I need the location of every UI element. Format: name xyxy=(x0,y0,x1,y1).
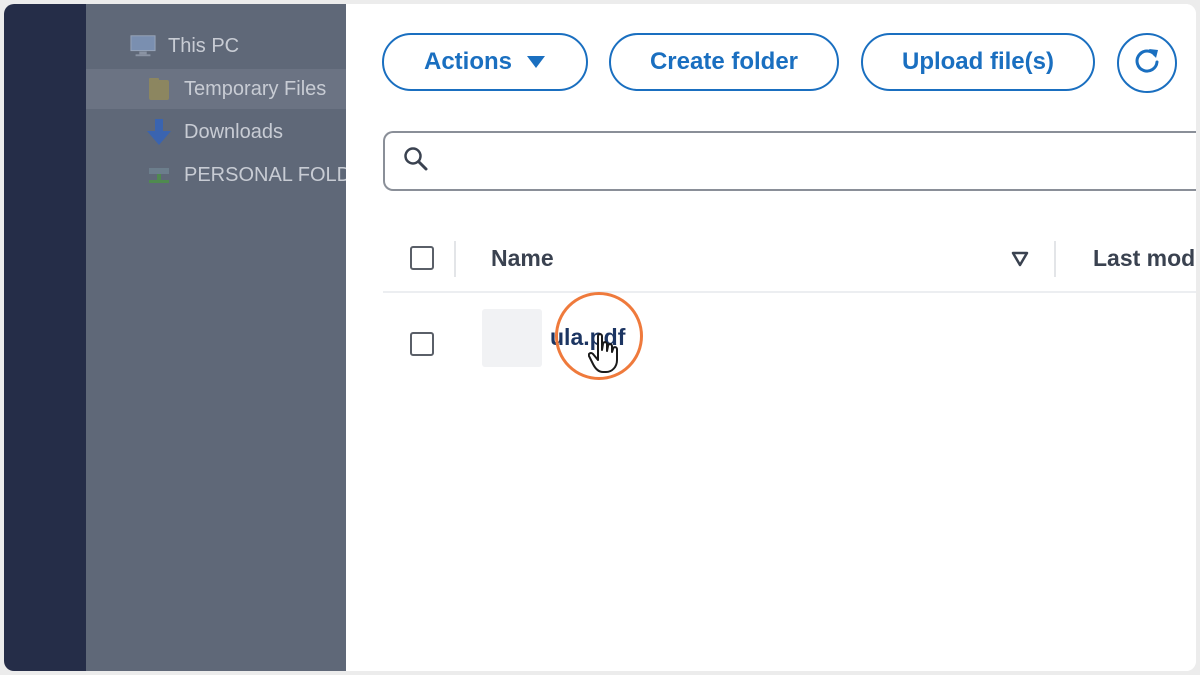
tree-item-personal-folder[interactable]: PERSONAL FOLD xyxy=(146,155,346,195)
tree-item-temporary-files[interactable]: Temporary Files xyxy=(86,69,346,109)
column-header-last-modified[interactable]: Last mod xyxy=(1093,245,1195,272)
select-all-checkbox[interactable] xyxy=(410,246,434,270)
tree-item-downloads[interactable]: Downloads xyxy=(146,112,283,152)
app-window: This PC Temporary Files Downloads PERSON… xyxy=(4,4,1196,671)
sort-descending-icon[interactable] xyxy=(1011,251,1029,272)
hand-pointer-icon xyxy=(587,332,622,381)
refresh-icon xyxy=(1132,46,1162,81)
search-icon xyxy=(403,146,429,177)
network-drive-icon xyxy=(146,162,172,188)
monitor-icon xyxy=(130,33,156,59)
table-header-divider xyxy=(383,291,1196,293)
actions-button-label: Actions xyxy=(423,48,512,75)
column-header-name[interactable]: Name xyxy=(491,245,554,272)
tree-item-this-pc[interactable]: This PC xyxy=(130,26,239,66)
actions-button[interactable]: Actions xyxy=(382,33,588,91)
refresh-button[interactable] xyxy=(1117,33,1177,93)
upload-files-button[interactable]: Upload file(s) xyxy=(861,33,1095,91)
caret-down-icon xyxy=(526,48,546,76)
create-folder-button[interactable]: Create folder xyxy=(609,33,839,91)
tree-item-label: Temporary Files xyxy=(184,77,327,100)
tree-item-label: Downloads xyxy=(184,120,283,143)
column-separator xyxy=(454,241,456,277)
create-folder-label: Create folder xyxy=(649,48,799,75)
file-thumbnail xyxy=(482,309,542,367)
tree-item-label: PERSONAL FOLD xyxy=(184,163,346,186)
row-checkbox[interactable] xyxy=(410,332,434,356)
search-input[interactable] xyxy=(439,148,1143,174)
folder-tree: This PC Temporary Files Downloads PERSON… xyxy=(86,4,346,671)
download-arrow-icon xyxy=(146,119,172,145)
column-separator xyxy=(1054,241,1056,277)
tree-item-label: This PC xyxy=(168,34,240,57)
file-browser-panel: Actions Create folder Upload file(s) Nam… xyxy=(346,4,1196,671)
folder-icon xyxy=(146,76,172,102)
upload-files-label: Upload file(s) xyxy=(901,48,1054,75)
search-box[interactable] xyxy=(383,131,1196,191)
left-rail xyxy=(4,4,86,671)
